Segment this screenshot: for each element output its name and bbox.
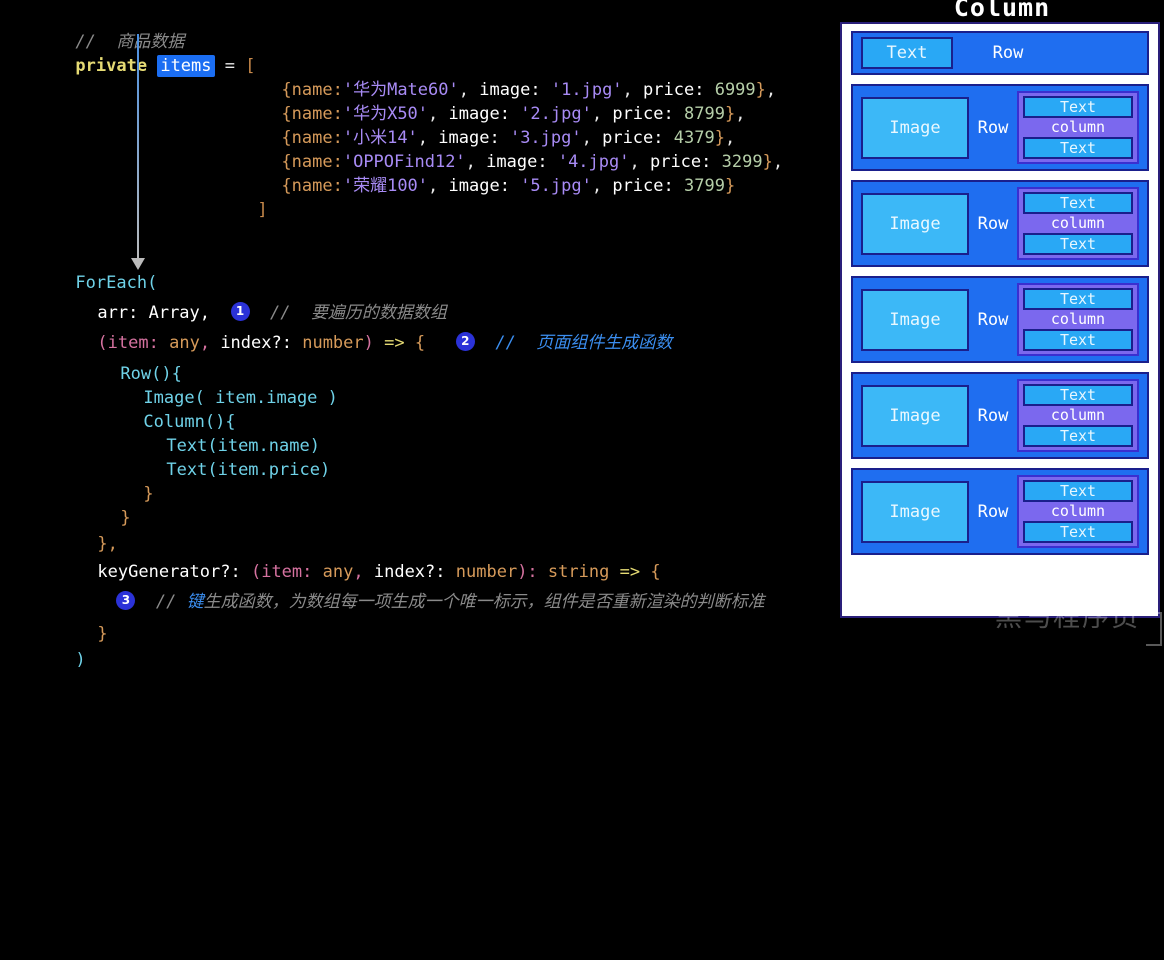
inner-column-box[interactable]: Text column Text	[1017, 379, 1139, 452]
code-editor[interactable]: // 商品数据 private items = [ {name:'华为Mate6…	[0, 0, 840, 670]
param-index: index?:	[220, 333, 292, 353]
text-box-bottom[interactable]: Text	[1023, 329, 1133, 351]
column-label: column	[1050, 118, 1106, 136]
watermark: 黑马程序员	[995, 602, 1140, 633]
arrow-token: =>	[384, 333, 405, 353]
image-box[interactable]: Image	[861, 288, 969, 351]
code-line-close-bracket: ]	[196, 174, 268, 246]
items-connector-arrow-icon	[131, 258, 145, 270]
badge-2: 2	[455, 331, 475, 351]
param3-comment-head: 键	[186, 592, 204, 612]
row-label: Row	[977, 213, 1009, 234]
text-box-top[interactable]: Text	[1023, 480, 1133, 502]
column-label: column	[1050, 310, 1106, 328]
paren-close: )	[363, 333, 374, 353]
screenshot-root: // 商品数据 private items = [ {name:'华为Mate6…	[0, 0, 1164, 670]
column-label: column	[1050, 502, 1106, 520]
inner-column-box[interactable]: Text column Text	[1017, 91, 1139, 164]
text-box[interactable]: Text	[861, 37, 953, 69]
param3-comment-rest: 生成函数，为数组每一项生成一个唯一标示，组件是否重新渲染的判断标准	[203, 592, 765, 612]
brace-open-fn: {	[414, 333, 426, 353]
item-image: '5.jpg'	[520, 176, 592, 196]
inner-column-box[interactable]: Text column Text	[1017, 475, 1139, 548]
diagram-row[interactable]: Image Row Text column Text	[851, 468, 1149, 555]
code-line-param3: 3 // 键生成函数，为数组每一项生成一个唯一标示，组件是否重新渲染的判断标准	[55, 566, 765, 638]
text-box-top[interactable]: Text	[1023, 288, 1133, 310]
brace-close-column: }	[143, 484, 154, 504]
text-box-bottom[interactable]: Text	[1023, 425, 1133, 447]
row-label: Row	[977, 501, 1009, 522]
brace-open: {name:	[281, 176, 343, 196]
row-label: Row	[992, 43, 1024, 63]
brace-close-keygen: }	[97, 624, 108, 644]
row-label: Row	[977, 309, 1009, 330]
text-box-bottom[interactable]: Text	[1023, 233, 1133, 255]
diagram-title: Column	[953, 0, 1051, 22]
code-line-foreach-close: )	[14, 624, 86, 696]
image-box[interactable]: Image	[861, 384, 969, 447]
image-box[interactable]: Image	[861, 480, 969, 543]
item-name: '荣耀100'	[342, 176, 429, 196]
brace-close-row: }	[120, 508, 131, 528]
items-connector-line	[137, 34, 139, 262]
column-container: Text Row Image Row Text column Text Imag…	[840, 22, 1160, 618]
paren-close-foreach: )	[75, 650, 86, 670]
comma: ,	[199, 333, 211, 353]
row-label: Row	[977, 117, 1009, 138]
diagram-row[interactable]: Image Row Text column Text	[851, 180, 1149, 267]
data-item-row: {name:'荣耀100', image: '5.jpg', price: 37…	[281, 176, 736, 196]
text-price-call: Text(item.price)	[166, 460, 331, 480]
image-box[interactable]: Image	[861, 192, 969, 255]
badge-3: 3	[116, 590, 136, 610]
text-box-top[interactable]: Text	[1023, 384, 1133, 406]
diagram-row[interactable]: Text Row	[851, 31, 1149, 75]
key-image: image:	[448, 176, 510, 196]
corner-bracket-icon	[1146, 612, 1162, 646]
text-box-bottom[interactable]: Text	[1023, 521, 1133, 543]
column-label: column	[1050, 214, 1106, 232]
key-price: price:	[612, 176, 674, 196]
close-bracket: ]	[257, 200, 268, 220]
item-price: 3799	[684, 176, 725, 196]
row-label: Row	[977, 405, 1009, 426]
image-box[interactable]: Image	[861, 96, 969, 159]
text-box-top[interactable]: Text	[1023, 192, 1133, 214]
diagram-row[interactable]: Image Row Text column Text	[851, 276, 1149, 363]
variable-items-highlight[interactable]: items	[157, 55, 215, 77]
inner-column-box[interactable]: Text column Text	[1017, 187, 1139, 260]
column-label: column	[1050, 406, 1106, 424]
inner-column-box[interactable]: Text column Text	[1017, 283, 1139, 356]
diagram-row[interactable]: Image Row Text column Text	[851, 372, 1149, 459]
param2-comment: // 页面组件生成函数	[495, 333, 673, 353]
text-box-top[interactable]: Text	[1023, 96, 1133, 118]
text-box-bottom[interactable]: Text	[1023, 137, 1133, 159]
type-number: number	[302, 333, 364, 353]
diagram-row[interactable]: Image Row Text column Text	[851, 84, 1149, 171]
